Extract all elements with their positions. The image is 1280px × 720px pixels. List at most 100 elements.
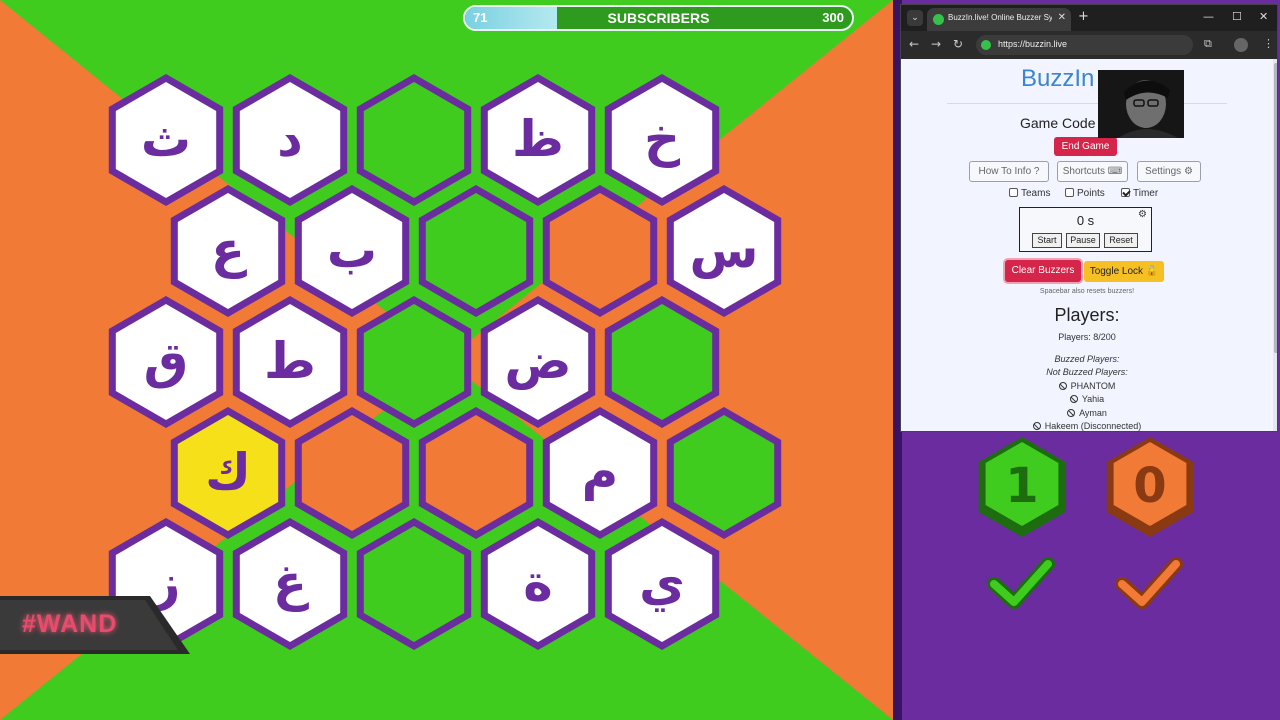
- reload-icon[interactable]: ↻: [953, 37, 963, 51]
- buzzin-page: BuzzIn Game Code End Game How To Info ? …: [901, 59, 1273, 431]
- clear-buzzers-button[interactable]: Clear Buzzers: [1005, 260, 1081, 282]
- tab-close-icon[interactable]: ✕: [1058, 12, 1066, 23]
- player-name: PHANTOM: [1070, 381, 1116, 391]
- menu-icon[interactable]: ⋮: [1263, 37, 1274, 50]
- page-scrollbar[interactable]: [1273, 59, 1277, 431]
- hex-cell[interactable]: ب: [294, 185, 410, 317]
- hex-letter: ض: [504, 332, 571, 390]
- score-value: 1: [1005, 458, 1038, 514]
- hex-cell[interactable]: [604, 296, 720, 428]
- hex-cell[interactable]: [542, 185, 658, 317]
- buzzed-players-label: Buzzed Players:: [1054, 354, 1120, 364]
- timer-start-button[interactable]: Start: [1032, 233, 1062, 248]
- hex-letter: د: [277, 110, 303, 168]
- hex-cell[interactable]: [294, 407, 410, 539]
- hex-cell[interactable]: [666, 407, 782, 539]
- teams-checkbox[interactable]: Teams: [1009, 188, 1050, 199]
- forward-icon[interactable]: →: [931, 37, 941, 51]
- settings-label: Settings: [1145, 166, 1182, 177]
- teams-checkbox-box[interactable]: [1009, 188, 1018, 197]
- timer-settings-icon[interactable]: ⚙: [1138, 209, 1147, 220]
- points-checkbox-box[interactable]: [1065, 188, 1074, 197]
- hex-cell[interactable]: غ: [232, 518, 348, 650]
- hex-letter: ظ: [512, 110, 564, 168]
- points-checkbox[interactable]: Points: [1065, 188, 1105, 199]
- hex-cell[interactable]: [356, 518, 472, 650]
- timer-panel: 0 s ⚙ Start Pause Reset: [1019, 207, 1152, 252]
- favicon-icon: [933, 14, 944, 25]
- game-code-label: Game Code: [1020, 115, 1096, 131]
- toggle-lock-label: Toggle Lock: [1089, 266, 1144, 277]
- webcam-person-image: [1098, 70, 1184, 138]
- toggle-lock-button[interactable]: Toggle Lock 🔓: [1084, 261, 1164, 282]
- hex-letter: ك: [205, 443, 251, 501]
- subscriber-goal: 300: [822, 10, 844, 25]
- address-bar[interactable]: https://buzzin.live: [976, 35, 1193, 55]
- window-close-icon[interactable]: ✕: [1259, 10, 1268, 23]
- hex-cell[interactable]: ع: [170, 185, 286, 317]
- unlock-icon: 🔓: [1145, 266, 1159, 277]
- hex-cell[interactable]: ك: [170, 407, 286, 539]
- hex-letter: ث: [141, 110, 191, 168]
- timer-checkbox[interactable]: Timer: [1121, 188, 1158, 199]
- ban-icon[interactable]: [1069, 395, 1078, 403]
- settings-button[interactable]: Settings ⚙: [1137, 161, 1201, 182]
- maximize-icon[interactable]: ☐: [1232, 10, 1242, 23]
- hex-letter: ة: [523, 554, 553, 612]
- shortcuts-button[interactable]: Shortcuts ⌨: [1057, 161, 1128, 182]
- not-buzzed-players-label: Not Buzzed Players:: [1046, 367, 1128, 377]
- hex-cell[interactable]: ي: [604, 518, 720, 650]
- hex-cell[interactable]: [418, 185, 534, 317]
- spacebar-hint: Spacebar also resets buzzers!: [1039, 288, 1135, 295]
- points-label: Points: [1077, 188, 1105, 199]
- hex-cell[interactable]: [356, 74, 472, 206]
- timer-pause-button[interactable]: Pause: [1066, 233, 1100, 248]
- hex-cell[interactable]: ث: [108, 74, 224, 206]
- hex-cell[interactable]: س: [666, 185, 782, 317]
- player-name: Yahia: [1081, 394, 1105, 404]
- hex-cell[interactable]: ة: [480, 518, 596, 650]
- gear-icon: ⚙: [1183, 166, 1193, 177]
- site-info-icon[interactable]: [981, 40, 991, 50]
- timer-reset-button[interactable]: Reset: [1104, 233, 1138, 248]
- hex-cell[interactable]: د: [232, 74, 348, 206]
- ban-icon[interactable]: [1058, 382, 1067, 390]
- ban-icon[interactable]: [1067, 409, 1076, 417]
- hex-cell[interactable]: خ: [604, 74, 720, 206]
- end-game-button[interactable]: End Game: [1054, 137, 1117, 156]
- profile-avatar[interactable]: [1234, 38, 1248, 52]
- back-icon[interactable]: ←: [909, 37, 919, 51]
- question-circle-icon: ?: [1033, 166, 1040, 177]
- hex-cell[interactable]: ط: [232, 296, 348, 428]
- hex-letter: م: [582, 443, 619, 501]
- player-row: Ayman: [901, 408, 1273, 418]
- url-text: https://buzzin.live: [998, 39, 1068, 49]
- hex-cell[interactable]: م: [542, 407, 658, 539]
- player-row: PHANTOM: [901, 381, 1273, 391]
- scrollbar-thumb[interactable]: [1274, 63, 1277, 353]
- player-name: Ayman: [1079, 408, 1107, 418]
- hex-cell[interactable]: ض: [480, 296, 596, 428]
- extensions-icon[interactable]: ⧉: [1204, 37, 1212, 51]
- timer-label: Timer: [1133, 188, 1159, 199]
- hex-letter: ي: [639, 554, 685, 612]
- subscriber-progress-bar: 71 SUBSCRIBERS 300: [463, 5, 854, 31]
- browser-tab[interactable]: BuzzIn.live! Online Buzzer System ✕: [927, 8, 1071, 31]
- minimize-icon[interactable]: —: [1203, 10, 1214, 23]
- hex-cell[interactable]: [418, 407, 534, 539]
- stream-scene: ثدظخعبسقطضكمزغةي 71 SUBSCRIBERS 300 #WAN…: [0, 0, 1280, 720]
- how-to-button[interactable]: How To Info ?: [969, 161, 1049, 182]
- players-count: Players: 8/200: [1058, 332, 1116, 342]
- browser-window: ⌄ BuzzIn.live! Online Buzzer System ✕ + …: [900, 4, 1278, 432]
- new-tab-icon[interactable]: +: [1078, 9, 1089, 24]
- player-row: Hakeem (Disconnected): [901, 421, 1273, 431]
- tab-search-icon[interactable]: ⌄: [907, 10, 923, 26]
- hex-cell[interactable]: ق: [108, 296, 224, 428]
- score-hex-orange: 0: [1106, 437, 1194, 609]
- ban-icon[interactable]: [1032, 422, 1041, 430]
- player-row: Yahia: [901, 394, 1273, 404]
- timer-checkbox-box[interactable]: [1121, 188, 1130, 197]
- hex-cell[interactable]: [356, 296, 472, 428]
- hex-cell[interactable]: ظ: [480, 74, 596, 206]
- buzzin-logo[interactable]: BuzzIn: [1021, 65, 1094, 93]
